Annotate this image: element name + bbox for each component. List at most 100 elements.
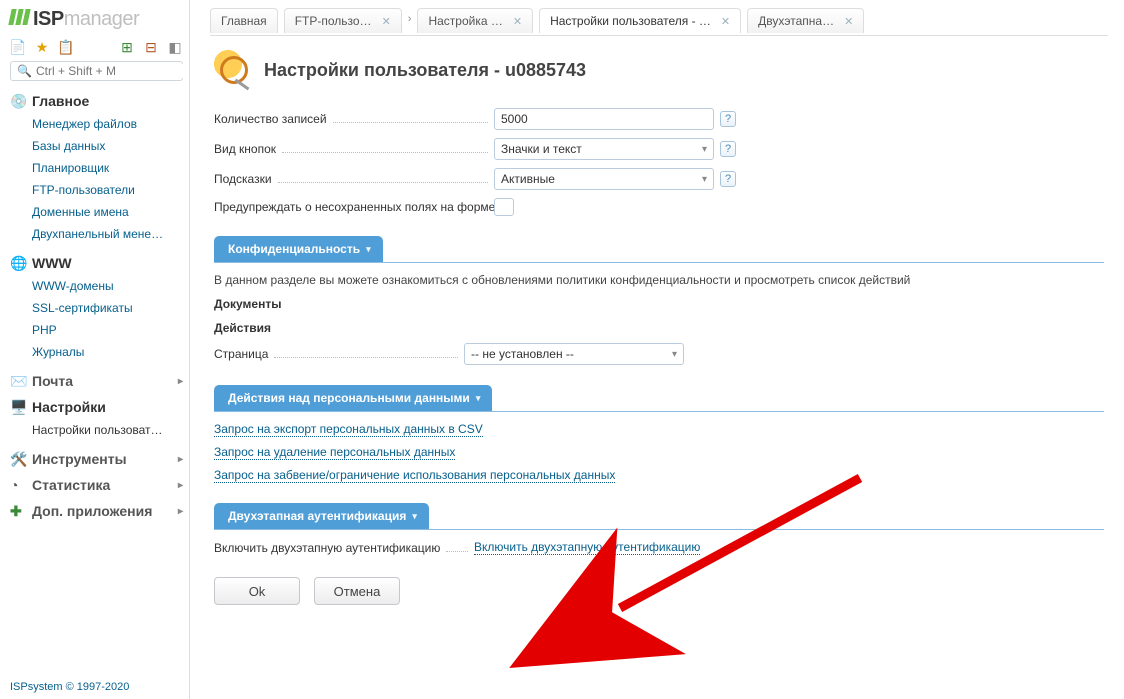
section-pill-label: Двухэтапная аутентификация	[228, 509, 406, 523]
search-input[interactable]	[36, 64, 190, 78]
help-icon[interactable]: ?	[720, 171, 736, 187]
settings-gear-icon	[214, 50, 254, 90]
help-icon[interactable]: ?	[720, 111, 736, 127]
triangle-down-icon: ▾	[366, 244, 371, 255]
sidebar: ISPmanager 📄 ★ 📋 ⊞ ⊟ ◧ 🔍 💿 Главное Менед…	[0, 0, 190, 699]
nav-section-www[interactable]: 🌐 WWW	[10, 255, 183, 271]
tab-label: Настройка …	[428, 14, 502, 28]
row-hints: Подсказки Активные▾ ?	[214, 168, 1104, 190]
select-page[interactable]: -- не установлен -- ▾	[464, 343, 684, 365]
tab-user-settings[interactable]: Настройки пользователя - … ✕	[539, 8, 741, 33]
label-buttons-view: Вид кнопок	[214, 142, 276, 156]
chevron-down-icon: ▾	[702, 174, 707, 185]
close-icon[interactable]: ✕	[382, 15, 391, 28]
chevron-right-icon: ▸	[178, 376, 183, 387]
nav-item-www-domains[interactable]: WWW-домены	[10, 275, 183, 297]
sidebar-toolbar: 📄 ★ 📋 ⊞ ⊟ ◧	[10, 39, 183, 55]
close-icon[interactable]: ✕	[721, 15, 730, 28]
logo-isp: ISP	[33, 8, 64, 30]
nav-section-label: Статистика	[32, 477, 110, 493]
nav-item-filemanager[interactable]: Менеджер файлов	[10, 113, 183, 135]
row-buttons-view: Вид кнопок Значки и текст▾ ?	[214, 138, 1104, 160]
chevron-down-icon: ▾	[672, 349, 677, 360]
nav-item-scheduler[interactable]: Планировщик	[10, 157, 183, 179]
nav-item-php[interactable]: PHP	[10, 319, 183, 341]
input-records[interactable]	[494, 108, 714, 130]
nav-section-label: Главное	[32, 93, 89, 109]
mail-icon: ✉️	[10, 373, 26, 389]
select-buttons-view[interactable]: Значки и текст▾	[494, 138, 714, 160]
nav-section-tools[interactable]: 🛠️ Инструменты ▸	[10, 451, 183, 467]
tab-ftp[interactable]: FTP-пользо…✕	[284, 8, 402, 33]
close-icon[interactable]: ✕	[513, 15, 522, 28]
cancel-button[interactable]: Отмена	[314, 577, 400, 605]
nav-item-twopane[interactable]: Двухпанельный мене…	[10, 223, 183, 245]
row-enable-2fa: Включить двухэтапную аутентификацию Вклю…	[214, 540, 1104, 555]
section-pill-2fa[interactable]: Двухэтапная аутентификация▾	[214, 503, 429, 529]
note-icon[interactable]: 📄	[10, 39, 26, 55]
row-warn-unsaved: Предупреждать о несохраненных полях на ф…	[214, 198, 1104, 216]
nav-section-settings[interactable]: 🖥️ Настройки	[10, 399, 183, 415]
monitor-icon: 🖥️	[10, 399, 26, 415]
collapse-minus-icon[interactable]: ⊟	[143, 39, 159, 55]
section-pill-personal[interactable]: Действия над персональными данными▾	[214, 385, 492, 411]
footer-copyright: ISPsystem © 1997-2020	[10, 681, 129, 693]
nav-section-label: Доп. приложения	[32, 503, 152, 519]
pin-icon[interactable]: ◧	[167, 39, 183, 55]
nav-section-mail[interactable]: ✉️ Почта ▸	[10, 373, 183, 389]
label-records: Количество записей	[214, 112, 327, 126]
tools-icon: 🛠️	[10, 451, 26, 467]
settings-form: Количество записей ? Вид кнопок Значки и…	[214, 108, 1104, 605]
triangle-down-icon: ▾	[476, 393, 481, 404]
nav-item-ftp-users[interactable]: FTP-пользователи	[10, 179, 183, 201]
nav-section-main[interactable]: 💿 Главное	[10, 93, 183, 109]
nav-section-label: Инструменты	[32, 451, 127, 467]
nav-item-user-settings[interactable]: Настройки пользоват…	[10, 419, 183, 441]
nav-item-domains[interactable]: Доменные имена	[10, 201, 183, 223]
form-buttons: Ok Отмена	[214, 577, 1104, 605]
tab-label: Двухэтапна…	[758, 14, 834, 28]
select-value: Значки и текст	[501, 142, 582, 156]
tab-label: Главная	[221, 14, 267, 28]
nav-section-addons[interactable]: ✚ Доп. приложения ▸	[10, 503, 183, 519]
chevron-right-icon: ▸	[178, 454, 183, 465]
nav-section-stats[interactable]: ◔ Статистика ▸	[10, 477, 183, 493]
star-icon[interactable]: ★	[34, 39, 50, 55]
row-records: Количество записей ?	[214, 108, 1104, 130]
tab-label: Настройки пользователя - …	[550, 14, 711, 28]
pie-icon: ◔	[10, 477, 26, 493]
link-restrict-data[interactable]: Запрос на забвение/ограничение использов…	[214, 468, 615, 483]
link-enable-2fa[interactable]: Включить двухэтапную аутентификацию	[474, 540, 700, 555]
section-pill-label: Конфиденциальность	[228, 242, 360, 256]
row-page: Страница -- не установлен --▾	[214, 343, 1104, 365]
select-hints[interactable]: Активные▾	[494, 168, 714, 190]
logo: ISPmanager	[10, 8, 183, 31]
plus-icon: ✚	[10, 503, 26, 519]
help-icon[interactable]: ?	[720, 141, 736, 157]
section-pill-privacy[interactable]: Конфиденциальность ▾	[214, 236, 383, 262]
page-title: Настройки пользователя - u0885743	[264, 60, 586, 81]
nav-item-logs[interactable]: Журналы	[10, 341, 183, 363]
checkbox-warn[interactable]	[494, 198, 514, 216]
select-value: -- не установлен --	[471, 347, 574, 361]
tab-bar: Главная FTP-пользо…✕ › Настройка … ✕ Наст…	[210, 6, 1108, 36]
main-area: Главная FTP-пользо…✕ › Настройка … ✕ Наст…	[200, 0, 1124, 699]
link-export-csv[interactable]: Запрос на экспорт персональных данных в …	[214, 422, 483, 437]
tab-configure[interactable]: Настройка … ✕	[417, 8, 533, 33]
section-personal-data: Действия над персональными данными▾	[214, 385, 1104, 412]
breadcrumb-separator-icon: ›	[408, 13, 412, 29]
tab-2fa[interactable]: Двухэтапна… ✕	[747, 8, 864, 33]
label-hints: Подсказки	[214, 172, 272, 186]
search-box[interactable]: 🔍	[10, 61, 183, 81]
ok-button[interactable]: Ok	[214, 577, 300, 605]
tab-home[interactable]: Главная	[210, 8, 278, 33]
expand-plus-icon[interactable]: ⊞	[119, 39, 135, 55]
personal-links: Запрос на экспорт персональных данных в …	[214, 422, 1104, 483]
link-delete-data[interactable]: Запрос на удаление персональных данных	[214, 445, 455, 460]
nav-item-ssl[interactable]: SSL-сертификаты	[10, 297, 183, 319]
page-head: Настройки пользователя - u0885743	[214, 50, 1108, 90]
privacy-docs-head: Документы	[214, 297, 1104, 311]
nav-item-databases[interactable]: Базы данных	[10, 135, 183, 157]
clipboard-icon[interactable]: 📋	[58, 39, 74, 55]
close-icon[interactable]: ✕	[844, 15, 853, 28]
